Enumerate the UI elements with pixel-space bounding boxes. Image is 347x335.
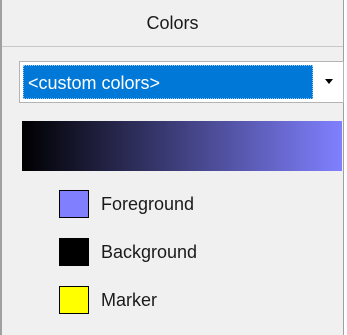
legend-label: Marker: [101, 289, 158, 310]
colors-panel: Colors <custom colors> Foreground Backgr…: [0, 0, 344, 335]
legend-label: Foreground: [101, 193, 195, 214]
dropdown-arrow-button[interactable]: [315, 62, 343, 102]
legend-item-foreground[interactable]: Foreground: [59, 189, 194, 219]
legend-item-background[interactable]: Background: [59, 237, 197, 267]
foreground-color-swatch[interactable]: [59, 190, 89, 218]
color-gradient-preview: [22, 121, 342, 171]
legend-label: Background: [101, 241, 198, 262]
background-color-swatch[interactable]: [59, 238, 89, 266]
legend-item-marker[interactable]: Marker: [59, 285, 157, 315]
color-scheme-dropdown[interactable]: <custom colors>: [19, 61, 344, 103]
panel-header: Colors: [2, 0, 343, 47]
marker-color-swatch[interactable]: [59, 286, 89, 314]
color-scheme-selected-value: <custom colors>: [23, 65, 313, 99]
panel-title: Colors: [146, 12, 199, 33]
chevron-down-icon: [325, 79, 333, 84]
